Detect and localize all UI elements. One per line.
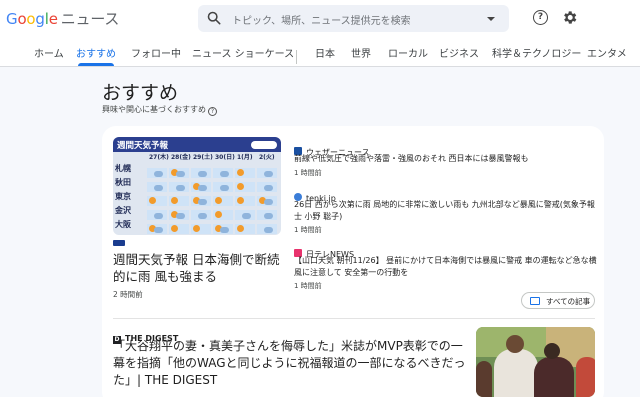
logo-letter: g — [35, 10, 45, 28]
tab-divider — [296, 50, 297, 64]
story-source: ウェザーニュース — [294, 140, 370, 157]
weather-row: 秋田 — [113, 176, 281, 192]
help-icon[interactable]: ? — [533, 10, 548, 25]
image-date: 28(金) — [171, 154, 191, 161]
image-badge — [251, 141, 277, 149]
tab-entertainment[interactable]: エンタメ — [587, 38, 627, 66]
image-dates: 27(木) 28(金) 29(土) 30(日) 1(月) 2(火) — [149, 152, 281, 161]
image-date: 30(日) — [215, 154, 235, 161]
all-articles-label: すべての記事 — [546, 297, 591, 306]
story-time: 1 時間前 — [294, 282, 322, 290]
logo-letter: e — [48, 10, 58, 28]
image-date: 1(月) — [237, 154, 253, 161]
section-tabs: ホーム おすすめ フォロー中 ニュース ショーケース 日本 世界 ローカル ビジ… — [0, 38, 640, 67]
tab-science-tech[interactable]: 科学＆テクノロジー — [492, 38, 581, 66]
tab-following[interactable]: フォロー中 — [131, 38, 181, 66]
page-subtitle-text: 興味や関心に基づくおすすめ — [102, 105, 206, 114]
weather-row: 東京 — [113, 190, 281, 206]
weather-row: 札幌 — [113, 162, 281, 178]
tab-japan[interactable]: 日本 — [315, 38, 335, 66]
all-articles-button[interactable]: すべての記事 — [521, 292, 595, 309]
story-headline[interactable]: 【山口天気 朝刊11/26】 昼前にかけて日本海側では暴風に警戒 車の運転など急… — [294, 255, 600, 279]
tab-home[interactable]: ホーム — [34, 38, 64, 66]
image-title: 週間天気予報 — [117, 141, 169, 151]
info-icon[interactable]: ? — [208, 107, 217, 116]
weather-icons — [147, 205, 279, 220]
weather-row: 金沢 — [113, 204, 281, 220]
digest-headline[interactable]: 「大谷翔平の妻・真美子さんを侮辱した」米誌がMVP表彰での一幕を指摘「他のWAG… — [113, 338, 473, 389]
image-date: 2(火) — [259, 154, 275, 161]
story-headline[interactable]: 26日 西から次第に雨 局地的に非常に激しい雨も 九州北部など暴風に警戒(気象予… — [294, 199, 600, 223]
weather-icons — [147, 219, 279, 234]
digest-story-image[interactable] — [476, 327, 595, 397]
top-bar: Google ニュース トピック、場所、ニュース提供元を検索 ? — [0, 0, 640, 38]
story-divider — [113, 318, 595, 319]
logo-letter: G — [6, 10, 18, 28]
weather-city: 東京 — [115, 192, 131, 201]
weather-icons — [147, 163, 279, 178]
main-story-image[interactable]: 週間天気予報 27(木) 28(金) 29(土) 30(日) 1(月) 2(火) 札幌 秋… — [113, 137, 281, 235]
logo-product-name: ニュース — [60, 10, 120, 28]
gear-icon[interactable] — [561, 9, 578, 26]
main-story-time: 2 時間前 — [113, 290, 143, 299]
tab-news-showcase[interactable]: ニュース ショーケース — [192, 38, 294, 66]
weather-city: 大阪 — [115, 220, 131, 229]
weather-row: 大阪 — [113, 218, 281, 234]
image-date: 27(木) — [149, 154, 169, 161]
story-source: tenki.jp — [294, 186, 336, 203]
search-box[interactable]: トピック、場所、ニュース提供元を検索 — [198, 5, 509, 32]
weather-city: 札幌 — [115, 164, 131, 173]
main-headline[interactable]: 週間天気予報 日本海側で断続的に雨 風も強まる — [113, 251, 281, 285]
tab-world[interactable]: 世界 — [351, 38, 371, 66]
search-options-dropdown-icon[interactable] — [487, 17, 495, 21]
image-date: 29(土) — [193, 154, 213, 161]
story-time: 1 時間前 — [294, 169, 322, 177]
weather-icons — [147, 191, 279, 206]
tab-local[interactable]: ローカル — [388, 38, 428, 66]
story-headline[interactable]: 前線や低気圧で強雨や落雷・強風のおそれ 西日本には暴風警報も — [294, 153, 600, 165]
weather-city: 秋田 — [115, 178, 131, 187]
weather-city: 金沢 — [115, 206, 131, 215]
articles-icon — [530, 297, 540, 305]
story-time: 1 時間前 — [294, 226, 322, 234]
page-title: おすすめ — [102, 82, 179, 104]
story-source: 日テレNEWS — [294, 242, 354, 259]
google-news-logo[interactable]: Google ニュース — [6, 8, 119, 29]
search-input[interactable]: トピック、場所、ニュース提供元を検索 — [232, 12, 411, 27]
page-subtitle: 興味や関心に基づくおすすめ? — [102, 104, 217, 116]
tab-for-you[interactable]: おすすめ — [76, 38, 116, 66]
tab-business[interactable]: ビジネス — [439, 38, 479, 66]
weather-icons — [147, 177, 279, 192]
search-icon — [207, 11, 221, 25]
source-logo-icon — [113, 240, 125, 246]
